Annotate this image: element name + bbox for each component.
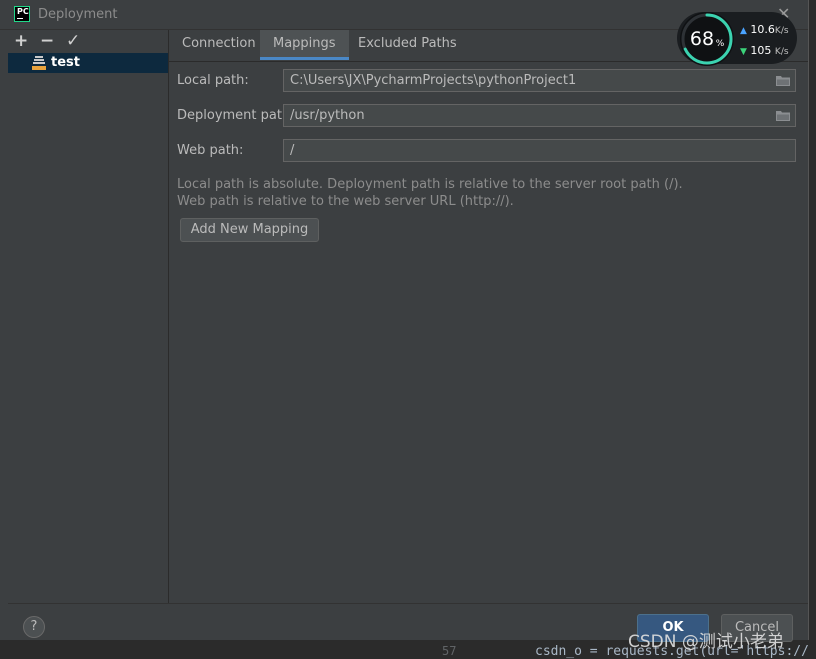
tab-connection[interactable]: Connection	[169, 30, 269, 60]
download-speed-unit: K/s	[774, 47, 789, 57]
window-title: Deployment	[38, 7, 118, 22]
download-speed: ▼ 105 K/s	[740, 44, 789, 57]
upload-arrow-icon: ▲	[740, 26, 747, 36]
sftp-server-icon	[32, 56, 46, 70]
browse-folder-icon[interactable]	[776, 110, 790, 121]
upload-speed-unit: K/s	[774, 26, 789, 36]
local-path-value: C:\Users\JX\PycharmProjects\pythonProjec…	[290, 73, 577, 88]
tab-mappings[interactable]: Mappings	[260, 30, 349, 60]
remove-server-button[interactable]: −	[40, 30, 54, 52]
web-path-value: /	[290, 143, 295, 158]
add-server-button[interactable]: +	[14, 30, 28, 52]
upload-speed-value: 10.6	[750, 23, 775, 36]
path-hint-line-1: Local path is absolute. Deployment path …	[177, 177, 683, 192]
background-line-number: 57	[442, 644, 457, 658]
background-editor-edge	[808, 0, 816, 658]
web-path-field[interactable]: /	[283, 139, 796, 162]
server-list-toolbar: + − ✓	[8, 30, 168, 52]
csdn-watermark: CSDN @测试小老弟	[628, 632, 784, 652]
download-speed-value: 105	[750, 44, 772, 57]
deployment-path-field[interactable]: /usr/python	[283, 104, 796, 127]
browse-folder-icon[interactable]	[776, 75, 790, 86]
local-path-field[interactable]: C:\Users\JX\PycharmProjects\pythonProjec…	[283, 69, 796, 92]
help-button[interactable]: ?	[23, 616, 45, 638]
deployment-dialog: PC Deployment ✕ + − ✓ test Connection Ma…	[0, 0, 809, 640]
cpu-gauge: 68 %	[680, 12, 734, 66]
add-new-mapping-button[interactable]: Add New Mapping	[180, 218, 319, 242]
server-list-item-label: test	[51, 55, 80, 70]
cpu-percent-unit: %	[716, 39, 725, 49]
cpu-percent: 68	[690, 28, 714, 50]
upload-speed: ▲ 10.6K/s	[740, 23, 789, 36]
deployment-path-value: /usr/python	[290, 108, 365, 123]
app-icon-text: PC	[17, 7, 29, 16]
server-list-panel: + − ✓ test	[8, 30, 169, 603]
pycharm-logo-icon: PC	[14, 6, 30, 22]
path-hint-line-2: Web path is relative to the web server U…	[177, 194, 514, 209]
tab-excluded-paths[interactable]: Excluded Paths	[345, 30, 470, 60]
local-path-label: Local path:	[177, 73, 249, 88]
set-default-server-button[interactable]: ✓	[66, 30, 80, 52]
download-arrow-icon: ▼	[740, 47, 747, 57]
web-path-label: Web path:	[177, 143, 244, 158]
deployment-path-label: Deployment path:	[177, 108, 295, 123]
server-list-item-test[interactable]: test	[8, 53, 168, 73]
